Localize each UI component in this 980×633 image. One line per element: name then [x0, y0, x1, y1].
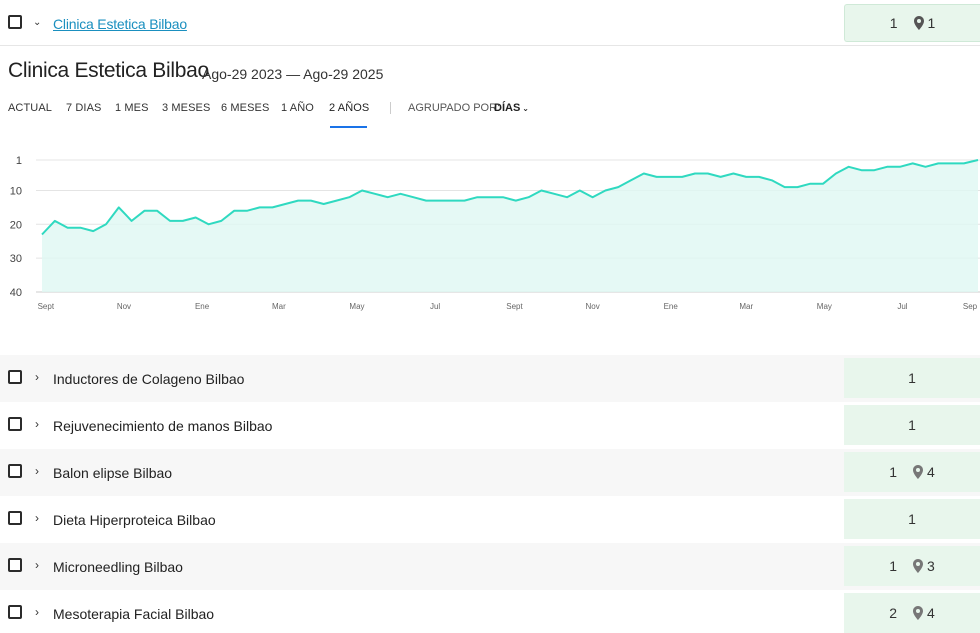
chevron-right-icon[interactable]: ›: [35, 418, 39, 430]
x-tick-label: Sept: [38, 302, 55, 311]
keyword-row[interactable]: › Dieta Hiperproteica Bilbao 1: [0, 496, 980, 543]
tab-2-anos[interactable]: 2 AÑOS: [329, 102, 369, 114]
select-checkbox[interactable]: [8, 417, 22, 431]
map-pin-icon: [913, 559, 923, 573]
x-tick-label: Jul: [430, 302, 440, 311]
rank-value: 2: [889, 605, 897, 621]
rank-cell: 24: [844, 593, 980, 633]
active-tab-indicator: [330, 126, 367, 128]
chevron-down-icon: ⌄: [522, 104, 529, 113]
x-tick-label: Sep: [963, 302, 978, 311]
keyword-label[interactable]: Mesoterapia Facial Bilbao: [53, 606, 214, 622]
rank-cell: 13: [844, 546, 980, 586]
keyword-label[interactable]: Balon elipse Bilbao: [53, 465, 172, 481]
rank-value: 1: [889, 558, 897, 574]
keyword-link[interactable]: Clinica Estetica Bilbao: [53, 16, 187, 32]
x-tick-label: Mar: [272, 302, 286, 311]
local-rank-value: 4: [927, 464, 935, 480]
x-tick-label: Ene: [664, 302, 679, 311]
rank-value: 1: [889, 464, 897, 480]
ranking-history-chart: 1 10 20 30 40 Sept Nov Ene Mar May Jul Sept Nov Ene Ma…: [10, 155, 980, 311]
y-tick-label: 10: [10, 185, 22, 197]
rank-area: [42, 160, 978, 292]
keyword-label[interactable]: Rejuvenecimiento de manos Bilbao: [53, 418, 272, 434]
x-tick-label: Sept: [506, 302, 523, 311]
rank-cell: 1: [844, 405, 980, 445]
y-tick-label: 30: [10, 253, 22, 265]
rank-value: 1: [889, 15, 898, 31]
grouping-value: DÍAS: [494, 102, 521, 114]
keyword-row[interactable]: › Rejuvenecimiento de manos Bilbao 1: [0, 402, 980, 449]
rank-cell: 1 1: [844, 4, 980, 42]
map-pin-icon: [913, 16, 924, 30]
chevron-right-icon[interactable]: ›: [35, 559, 39, 571]
keyword-row[interactable]: › Balon elipse Bilbao 1 4: [0, 449, 980, 496]
keyword-label[interactable]: Dieta Hiperproteica Bilbao: [53, 512, 216, 528]
tab-7-dias[interactable]: 7 DIAS: [66, 102, 101, 114]
keyword-row[interactable]: › Mesoterapia Facial Bilbao 2 4: [0, 590, 980, 633]
x-tick-label: May: [349, 302, 364, 311]
rank-value: 1: [908, 511, 916, 527]
date-range: Ago-29 2023 — Ago-29 2025: [202, 66, 384, 82]
rank-cell: 1: [844, 499, 980, 539]
keyword-label[interactable]: Inductores de Colageno Bilbao: [53, 371, 244, 387]
select-checkbox[interactable]: [8, 511, 22, 525]
select-checkbox[interactable]: [8, 370, 22, 384]
select-checkbox[interactable]: [8, 558, 22, 572]
chevron-right-icon[interactable]: ›: [35, 465, 39, 477]
keyword-row[interactable]: › Microneedling Bilbao 1 3: [0, 543, 980, 590]
map-pin-icon: [913, 465, 923, 479]
chevron-right-icon[interactable]: ›: [35, 512, 39, 524]
map-pin-icon: [913, 606, 923, 620]
rank-value: 1: [908, 417, 916, 433]
y-tick-label: 40: [10, 287, 22, 299]
keyword-row[interactable]: › Inductores de Colageno Bilbao 1: [0, 355, 980, 402]
select-checkbox[interactable]: [8, 464, 22, 478]
select-checkbox[interactable]: [8, 605, 22, 619]
grouping-dropdown[interactable]: DÍAS ⌄: [494, 102, 529, 114]
tab-1-ano[interactable]: 1 AÑO: [281, 102, 314, 114]
x-tick-label: Ene: [195, 302, 210, 311]
chevron-right-icon[interactable]: ›: [35, 371, 39, 383]
rank-cell: 1: [844, 358, 980, 398]
tab-1-mes[interactable]: 1 MES: [115, 102, 149, 114]
keyword-label[interactable]: Microneedling Bilbao: [53, 559, 183, 575]
local-rank-value: 1: [927, 15, 936, 31]
rank-value: 1: [908, 370, 916, 386]
page-title: Clinica Estetica Bilbao: [8, 59, 209, 82]
tab-3-meses[interactable]: 3 MESES: [162, 102, 210, 114]
y-tick-label: 20: [10, 219, 22, 231]
tab-actual[interactable]: ACTUAL: [8, 102, 52, 114]
rank-cell: 14: [844, 452, 980, 492]
tab-6-meses[interactable]: 6 MESES: [221, 102, 269, 114]
x-tick-label: Nov: [117, 302, 131, 311]
top-keyword-row[interactable]: ⌄ Clinica Estetica Bilbao 1 1: [0, 0, 980, 46]
x-tick-label: Jul: [897, 302, 907, 311]
chevron-down-icon[interactable]: ⌄: [33, 18, 41, 28]
local-rank-value: 4: [927, 605, 935, 621]
select-checkbox[interactable]: [8, 15, 22, 29]
grouping-label: AGRUPADO POR:: [408, 102, 501, 114]
y-tick-label: 1: [16, 155, 22, 167]
local-rank-value: 3: [927, 558, 935, 574]
x-tick-label: May: [817, 302, 832, 311]
tab-divider: [390, 102, 391, 114]
x-tick-label: Mar: [739, 302, 753, 311]
x-tick-label: Nov: [585, 302, 599, 311]
chevron-right-icon[interactable]: ›: [35, 606, 39, 618]
